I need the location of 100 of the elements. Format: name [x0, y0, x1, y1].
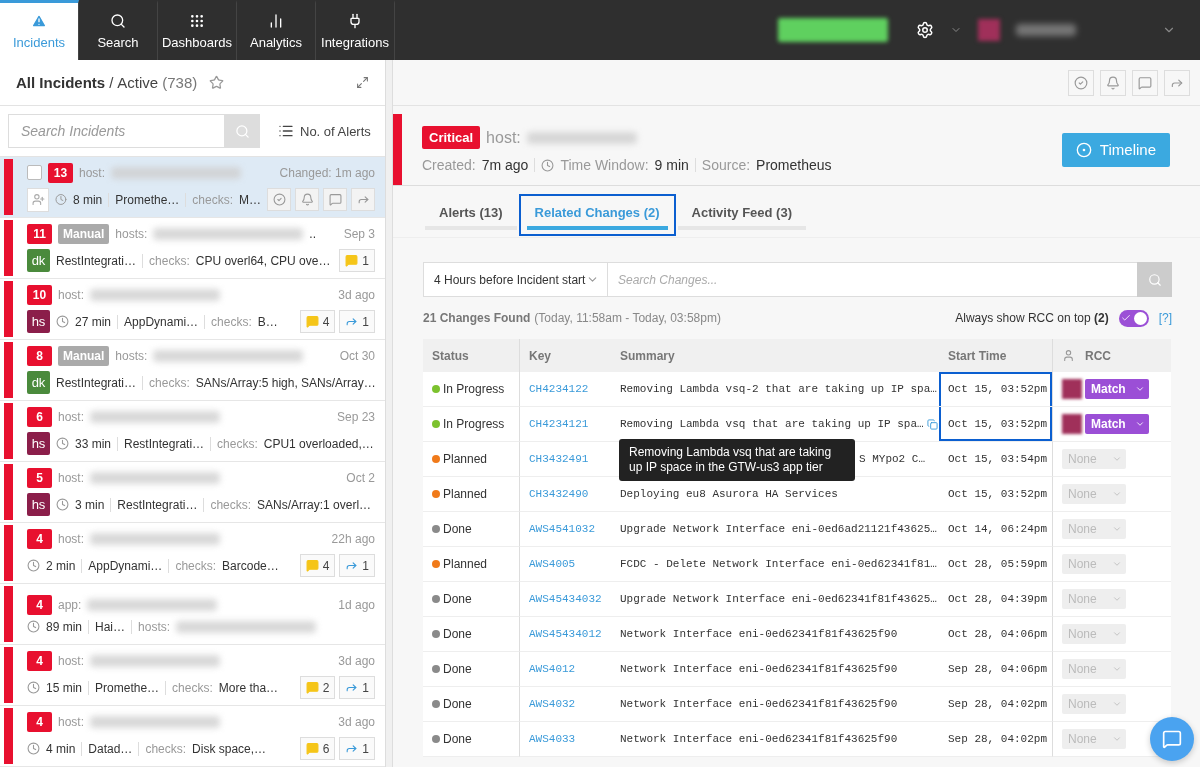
- checks-label: checks:: [210, 497, 252, 512]
- checks-text: SANs/Array:5 high, SANs/Array…: [195, 375, 376, 390]
- summary-cell: Network Interface eni-0ed62341f81f43625f90: [611, 617, 939, 652]
- alert-count-badge: 11: [27, 224, 52, 244]
- alert-count-badge: 10: [27, 285, 52, 305]
- summary-cell: FCDC - Delete Network Interface eni-0ed62341f81…: [611, 547, 939, 582]
- checks-text: CPU overl64, CPU ove…: [195, 253, 331, 268]
- start-time-cell: Oct 14, 06:24pm: [939, 512, 1052, 547]
- incident-row[interactable]: 13 host: Changed: 1m ago 8 min Promethe… checks: M…: [0, 157, 385, 218]
- incident-row[interactable]: 6 host: Sep 23 hs 33 min RestIntegrati… checks: CPU1 overloaded,…: [0, 401, 385, 462]
- status-cell: Done: [423, 617, 519, 652]
- target-label: host:: [58, 288, 84, 302]
- checks-label: hosts:: [138, 619, 171, 634]
- alert-count-badge: 4: [27, 594, 52, 615]
- incident-duration: 2 min: [46, 558, 76, 573]
- search-changes-field[interactable]: Search Changes...: [608, 262, 1137, 297]
- created-label: Created:: [422, 157, 476, 173]
- status-cell: In Progress: [423, 407, 519, 442]
- incident-source: Promethe…: [95, 680, 160, 695]
- shares-button[interactable]: 1: [339, 310, 375, 333]
- checks-text: SANs/Array:1 overl…: [257, 497, 372, 512]
- changes-count: 21 Changes Found: [423, 311, 531, 325]
- incident-row[interactable]: 4 host: 3d ago 4 min Datad… checks: Disk space,… 6 1: [0, 706, 385, 767]
- shares-button[interactable]: 1: [339, 676, 375, 699]
- status-cell: Done: [423, 722, 519, 757]
- user-avatar: dk: [27, 249, 50, 272]
- comments-button[interactable]: 2: [299, 676, 336, 699]
- summary-cell: Network Interface eni-0ed62341f81f43625f90: [611, 687, 939, 722]
- incident-duration: 8 min: [72, 192, 103, 207]
- shares-button[interactable]: 1: [339, 554, 375, 577]
- summary-cell: Removing Lambda vsq that are taking up IP spa…: [611, 407, 939, 442]
- incident-row[interactable]: 4 app: 1d ago 89 min Hai… hosts:: [0, 584, 385, 645]
- checks-label: checks:: [192, 192, 233, 207]
- incident-duration: 15 min: [46, 680, 83, 695]
- incident-source: RestIntegrati…: [124, 436, 205, 451]
- summary-cell: Removing Lambda vsq-2 that are taking up IP spa…: [611, 372, 939, 407]
- incident-time: Sep 23: [336, 410, 375, 424]
- incident-time: 3d ago: [338, 654, 375, 668]
- start-time-cell: Sep 28, 04:06pm: [939, 652, 1052, 687]
- start-time-cell: Oct 15, 03:52pm: [939, 407, 1052, 442]
- status-cell: Done: [423, 652, 519, 687]
- created-value: 7m ago: [481, 157, 529, 173]
- incident-time: 3d ago: [338, 288, 375, 302]
- status-cell: Done: [423, 687, 519, 722]
- alert-count-badge: 8: [27, 346, 52, 366]
- target-label: host:: [58, 715, 84, 729]
- incident-row[interactable]: 4 host: 3d ago 15 min Promethe… checks: More tha… 2 1: [0, 645, 385, 706]
- summary-text: S MYpo2 C…: [859, 453, 925, 465]
- target-label: hosts:: [115, 349, 148, 363]
- status-cell: Planned: [423, 547, 519, 582]
- checks-label: checks:: [149, 375, 190, 390]
- incident-row[interactable]: 5 host: Oct 2 hs 3 min RestIntegrati… checks: SANs/Array:1 overl…: [0, 462, 385, 523]
- checks-label: checks:: [172, 680, 213, 695]
- list-filter: Active: [117, 74, 159, 91]
- ellipsis-text: ..: [309, 227, 317, 241]
- summary-cell: Network Interface eni-0ed62341f81f43625f90: [611, 652, 939, 687]
- rcc-dropdown[interactable]: Match: [1085, 379, 1149, 399]
- range-dropdown[interactable]: 4 Hours before Incident start: [423, 262, 608, 297]
- shares-button[interactable]: 1: [339, 737, 375, 760]
- sort-button[interactable]: No. of Alerts: [272, 122, 377, 140]
- incident-source: AppDynami…: [88, 558, 163, 573]
- status-cell: Done: [423, 582, 519, 617]
- incident-source: RestIntegrati…: [56, 253, 137, 268]
- incident-source: Promethe…: [115, 192, 180, 207]
- summary-cell: Upgrade Network Interface eni-0ed6ad21121f43625…: [611, 512, 939, 547]
- incident-row[interactable]: 4 host: 22h ago 2 min AppDynami… checks: Barcode… 4 1: [0, 523, 385, 584]
- target-label: app:: [58, 597, 82, 612]
- comments-button[interactable]: 4: [299, 310, 336, 333]
- search-field[interactable]: Search Incidents: [8, 114, 224, 148]
- alert-count-badge: 4: [27, 529, 52, 549]
- column-header: Key: [519, 339, 611, 372]
- user-avatar: hs: [27, 493, 50, 516]
- incident-row[interactable]: 11 Manual hosts: .. Sep 3 dk RestIntegrati… checks: CPU overl64, CPU ove… 1: [0, 218, 385, 279]
- comments-button[interactable]: 6: [299, 737, 336, 760]
- incident-time: 1d ago: [338, 597, 375, 612]
- source-value: Prometheus: [756, 157, 832, 173]
- user-avatar: hs: [27, 432, 50, 455]
- target-label: host:: [79, 165, 105, 180]
- comments-button[interactable]: 1: [339, 249, 375, 272]
- status-cell: Done: [423, 512, 519, 547]
- checks-text: Disk space,…: [192, 741, 267, 756]
- alert-count-badge: 5: [27, 468, 52, 488]
- column-header: Status: [423, 339, 519, 372]
- window-label: Time Window:: [560, 157, 649, 173]
- status-cell: Planned: [423, 477, 519, 512]
- comments-button[interactable]: 4: [299, 554, 336, 577]
- incident-time: Changed: 1m ago: [279, 165, 375, 180]
- incident-time: Oct 30: [339, 349, 375, 363]
- start-time-cell: Sep 28, 04:02pm: [939, 687, 1052, 722]
- incident-source: Datad…: [88, 741, 133, 756]
- rcc-dropdown[interactable]: Match: [1085, 414, 1149, 434]
- summary-cell: Upgrade Network Interface eni-0ed62341f81f43625…: [611, 582, 939, 617]
- start-time-cell: Oct 28, 05:59pm: [939, 547, 1052, 582]
- incident-duration: 4 min: [46, 741, 76, 756]
- checks-label: checks:: [175, 558, 217, 573]
- incident-duration: 27 min: [75, 314, 112, 329]
- list-title: All Incidents: [16, 74, 106, 91]
- incident-row[interactable]: 10 host: 3d ago hs 27 min AppDynami… checks: B… 4 1: [0, 279, 385, 340]
- incident-row[interactable]: 8 Manual hosts: Oct 30 dk RestIntegrati… checks: SANs/Array:5 high, SANs/Array…: [0, 340, 385, 401]
- checks-label: checks:: [149, 253, 190, 268]
